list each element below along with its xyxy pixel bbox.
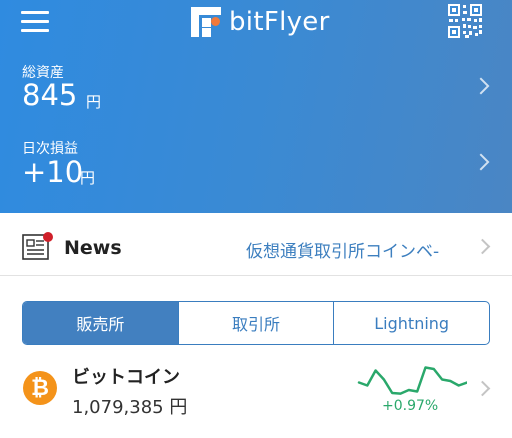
news-chevron-icon [474, 238, 491, 255]
news-badge [43, 232, 53, 242]
bitflyer-logo: bitFlyer [191, 6, 330, 38]
total-assets-value: 845 [22, 78, 78, 112]
coin-price: 1,079,385 円 [72, 397, 188, 418]
account-summary-header: bitFlyer 総資産 845 円 日次損益 +10 円 [0, 0, 512, 213]
total-assets-chevron-icon[interactable] [472, 77, 490, 95]
total-assets-unit: 円 [86, 93, 102, 111]
logo-text: bitFlyer [229, 7, 330, 37]
news-title: News [64, 237, 122, 259]
coin-chevron-icon [474, 380, 491, 397]
newspaper-icon [22, 232, 53, 260]
coin-row-bitcoin[interactable]: ₿ ビットコイン 1,079,385 円 +0.97% [0, 352, 512, 432]
tab-torihikisho[interactable]: 取引所 [177, 302, 334, 344]
daily-pnl-unit: 円 [80, 169, 96, 187]
tab-hanbaisho[interactable]: 販売所 [23, 302, 178, 344]
market-tabs: 販売所 取引所 Lightning [22, 301, 490, 345]
coin-change: +0.97% [382, 398, 439, 414]
news-ticker[interactable]: 仮想通貨取引所コインベ- [246, 237, 468, 262]
news-row[interactable]: News 仮想通貨取引所コインベ- [0, 218, 512, 276]
qr-code-icon[interactable] [447, 3, 483, 39]
coin-name: ビットコイン [72, 367, 180, 388]
daily-pnl-chevron-icon[interactable] [472, 153, 490, 171]
tab-lightning[interactable]: Lightning [333, 302, 489, 344]
bitflyer-logo-icon [191, 7, 221, 37]
hamburger-menu-icon[interactable] [21, 11, 49, 33]
daily-pnl-value: +10 [22, 155, 84, 189]
bitcoin-icon: ₿ [23, 371, 57, 405]
price-sparkline [357, 366, 467, 395]
